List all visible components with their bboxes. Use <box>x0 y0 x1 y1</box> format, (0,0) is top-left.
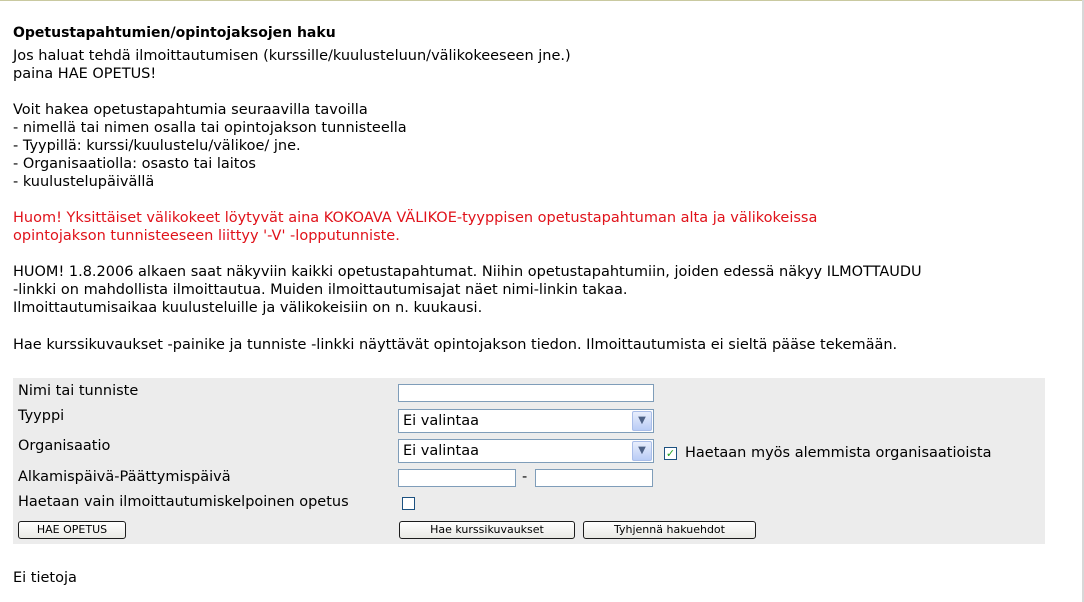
warning-text-2: opintojakson tunnisteeseen liittyy '-V' … <box>13 228 400 244</box>
sub-organisations-checkbox[interactable]: ✓ <box>664 447 677 460</box>
only-open-label: Haetaan vain ilmoittautumiskelpoinen ope… <box>18 494 349 510</box>
notice-text: HUOM! 1.8.2006 alkaen saat näkyviin kaik… <box>13 264 922 280</box>
search-ways-heading: Voit hakea opetustapahtumia seuraavilla … <box>13 102 368 118</box>
end-date-input[interactable] <box>535 469 653 487</box>
info-text: Hae kurssikuvaukset -painike ja tunniste… <box>13 337 898 353</box>
date-separator: - <box>522 469 528 485</box>
search-way-item: - kuulustelupäivällä <box>13 174 155 190</box>
chevron-down-icon[interactable]: ▼ <box>632 441 652 461</box>
start-date-input[interactable] <box>398 469 516 487</box>
search-button[interactable]: HAE OPETUS <box>18 521 126 539</box>
only-open-checkbox[interactable] <box>402 497 415 510</box>
checkmark-icon: ✓ <box>665 447 676 460</box>
warning-text: Huom! Yksittäiset välikokeet löytyvät ai… <box>13 210 818 226</box>
intro-text-2: paina HAE OPETUS! <box>13 66 157 82</box>
page-title: Opetustapahtumien/opintojaksojen haku <box>13 25 336 41</box>
sub-organisations-label: Haetaan myös alemmista organisaatioista <box>685 445 992 461</box>
search-way-item: - Tyypillä: kurssi/kuulustelu/välikoe/ j… <box>13 138 301 154</box>
no-results-text: Ei tietoja <box>13 570 77 586</box>
intro-text: Jos haluat tehdä ilmoittautumisen (kurss… <box>13 48 571 64</box>
notice-text-2: -linkki on mahdollista ilmoittautua. Mui… <box>13 282 628 298</box>
type-select[interactable]: Ei valintaa ▼ <box>398 409 654 433</box>
type-label: Tyyppi <box>18 408 65 424</box>
notice-text-3: Ilmoittautumisaikaa kuulusteluille ja vä… <box>13 300 483 316</box>
search-way-item: - Organisaatiolla: osasto tai laitos <box>13 156 256 172</box>
name-label: Nimi tai tunniste <box>18 383 139 399</box>
type-select-value: Ei valintaa <box>403 413 479 429</box>
name-input[interactable] <box>398 384 654 402</box>
date-range-label: Alkamispäivä-Päättymispäivä <box>18 469 231 485</box>
clear-criteria-button[interactable]: Tyhjennä hakuehdot <box>583 521 756 539</box>
course-descriptions-button[interactable]: Hae kurssikuvaukset <box>399 521 575 539</box>
chevron-down-icon[interactable]: ▼ <box>632 411 652 431</box>
organisation-label: Organisaatio <box>18 438 111 454</box>
organisation-select[interactable]: Ei valintaa ▼ <box>398 439 654 463</box>
organisation-select-value: Ei valintaa <box>403 443 479 459</box>
search-way-item: - nimellä tai nimen osalla tai opintojak… <box>13 120 407 136</box>
